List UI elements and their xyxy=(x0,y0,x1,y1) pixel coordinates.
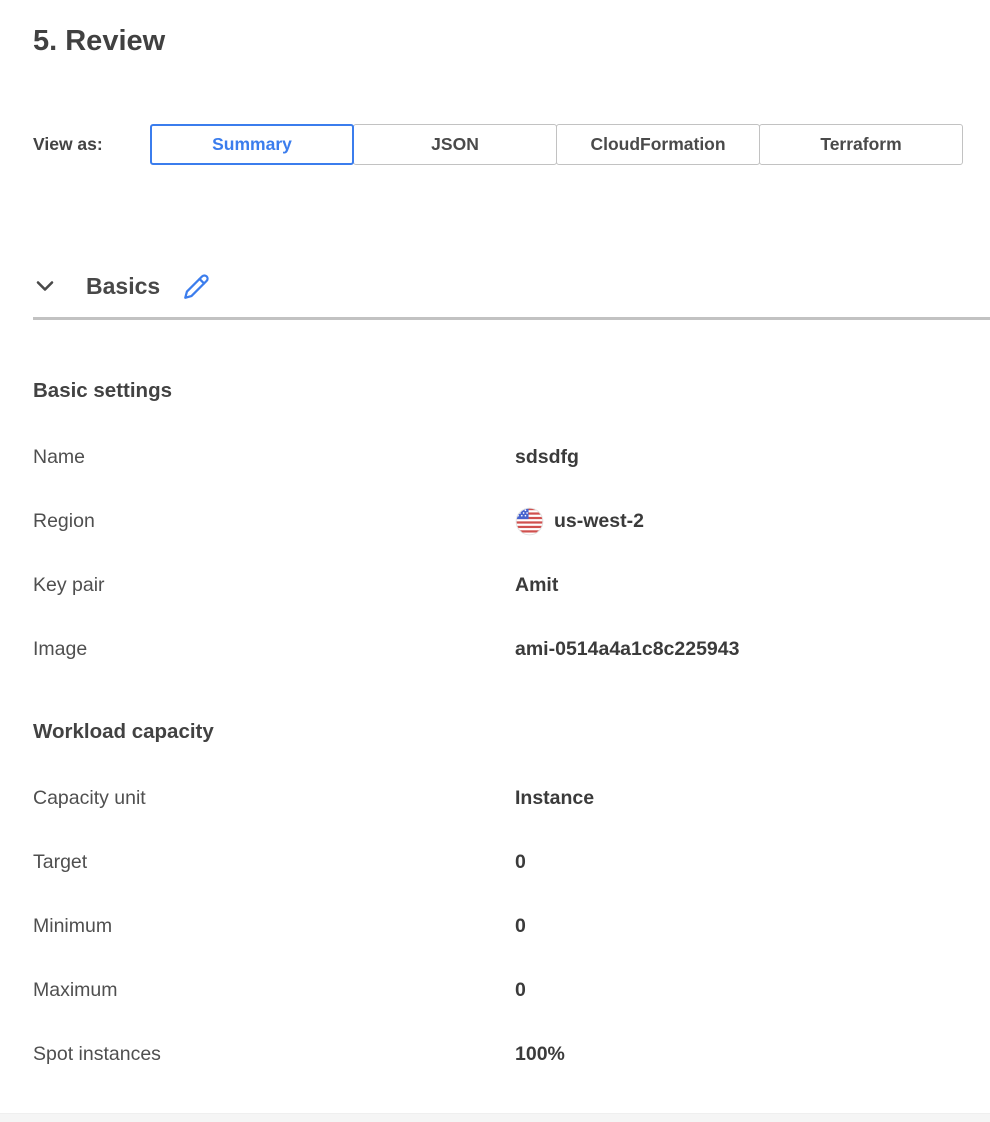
tab-cloudformation[interactable]: CloudFormation xyxy=(556,124,760,165)
pencil-edit-icon[interactable] xyxy=(182,272,210,300)
row-value: sdsdfg xyxy=(515,444,579,470)
summary-row-target: Target 0 xyxy=(33,849,990,875)
row-label: Maximum xyxy=(33,977,515,1003)
row-label: Key pair xyxy=(33,572,515,598)
row-value: 0 xyxy=(515,913,526,939)
view-as-label: View as: xyxy=(33,124,150,165)
row-value: ami-0514a4a1c8c225943 xyxy=(515,636,739,662)
summary-row-name: Name sdsdfg xyxy=(33,444,990,470)
tab-summary[interactable]: Summary xyxy=(150,124,354,165)
chevron-down-icon[interactable] xyxy=(33,274,57,298)
row-value: 100% xyxy=(515,1041,565,1067)
summary-row-key-pair: Key pair Amit xyxy=(33,572,990,598)
row-label: Spot instances xyxy=(33,1041,515,1067)
summary-row-capacity-unit: Capacity unit Instance xyxy=(33,785,990,811)
group-heading-basic-settings: Basic settings xyxy=(33,378,990,404)
row-label: Capacity unit xyxy=(33,785,515,811)
view-as-tabs: Summary JSON CloudFormation Terraform xyxy=(150,124,963,165)
summary-row-maximum: Maximum 0 xyxy=(33,977,990,1003)
group-heading-workload-capacity: Workload capacity xyxy=(33,719,990,745)
review-step-panel: 5. Review View as: Summary JSON CloudFor… xyxy=(0,24,990,1067)
section-divider xyxy=(33,317,990,320)
summary-row-region: Region xyxy=(33,508,990,534)
basics-section-header: Basics xyxy=(33,270,990,302)
tab-json[interactable]: JSON xyxy=(353,124,557,165)
row-label: Image xyxy=(33,636,515,662)
row-value: Amit xyxy=(515,572,558,598)
region-value: us-west-2 xyxy=(554,508,644,534)
next-section-divider xyxy=(0,1113,990,1122)
view-as-control: View as: Summary JSON CloudFormation Ter… xyxy=(33,124,990,165)
tab-terraform[interactable]: Terraform xyxy=(759,124,963,165)
summary-row-image: Image ami-0514a4a1c8c225943 xyxy=(33,636,990,662)
page-title: 5. Review xyxy=(33,24,990,58)
summary-row-minimum: Minimum 0 xyxy=(33,913,990,939)
row-label: Region xyxy=(33,508,515,534)
us-flag-icon xyxy=(515,511,544,532)
basics-section-title: Basics xyxy=(86,273,160,300)
row-value: us-west-2 xyxy=(515,508,644,534)
row-value: 0 xyxy=(515,977,526,1003)
row-value: 0 xyxy=(515,849,526,875)
row-label: Minimum xyxy=(33,913,515,939)
row-value: Instance xyxy=(515,785,594,811)
summary-row-spot-instances: Spot instances 100% xyxy=(33,1041,990,1067)
row-label: Name xyxy=(33,444,515,470)
row-label: Target xyxy=(33,849,515,875)
